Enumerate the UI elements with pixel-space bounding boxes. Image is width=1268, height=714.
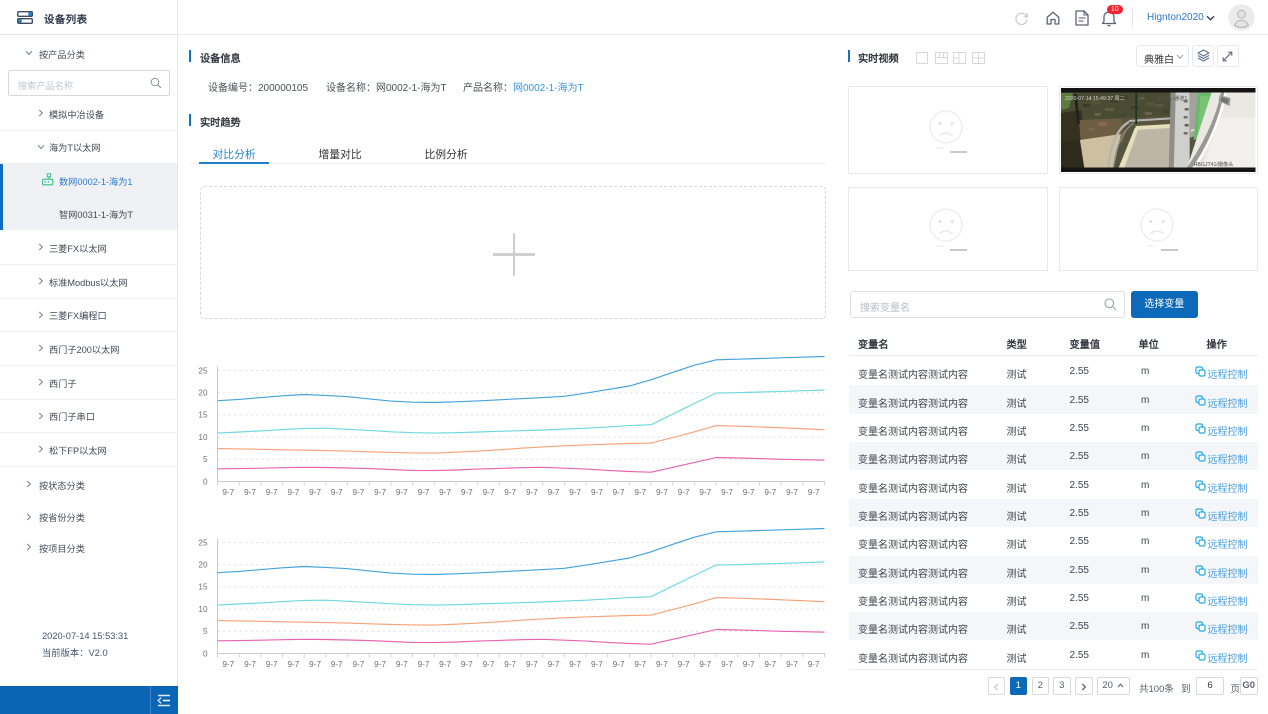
- svg-text:9-7: 9-7: [764, 660, 776, 669]
- svg-text:9-7: 9-7: [244, 660, 256, 669]
- svg-text:摄像头-通道1: 摄像头-通道1: [1157, 94, 1188, 102]
- svg-text:9-7: 9-7: [331, 488, 343, 497]
- svg-text:9-7: 9-7: [439, 660, 451, 669]
- svg-text:15: 15: [198, 583, 208, 592]
- svg-text:9-7: 9-7: [743, 660, 755, 669]
- svg-text:9-7: 9-7: [396, 488, 408, 497]
- svg-text:9-7: 9-7: [461, 660, 473, 669]
- svg-text:9-7: 9-7: [526, 660, 538, 669]
- svg-text:9-7: 9-7: [526, 488, 538, 497]
- svg-text:9-7: 9-7: [266, 488, 278, 497]
- svg-text:9-7: 9-7: [613, 488, 625, 497]
- svg-text:20: 20: [198, 389, 208, 398]
- svg-text:9-7: 9-7: [483, 488, 495, 497]
- svg-text:2020-07-14 15:49:37 周二: 2020-07-14 15:49:37 周二: [1065, 95, 1125, 102]
- svg-text:9-7: 9-7: [418, 488, 430, 497]
- svg-text:9-7: 9-7: [678, 488, 690, 497]
- svg-text:5: 5: [203, 627, 208, 636]
- svg-text:9-7: 9-7: [287, 660, 299, 669]
- svg-text:9-7: 9-7: [656, 660, 668, 669]
- svg-text:9-7: 9-7: [309, 660, 321, 669]
- svg-text:9-7: 9-7: [244, 488, 256, 497]
- svg-text:9-7: 9-7: [613, 660, 625, 669]
- svg-text:9-7: 9-7: [222, 488, 234, 497]
- svg-text:9-7: 9-7: [222, 660, 234, 669]
- svg-text:9-7: 9-7: [548, 660, 560, 669]
- svg-text:9-7: 9-7: [266, 660, 278, 669]
- svg-text:9-7: 9-7: [721, 660, 733, 669]
- svg-text:9-7: 9-7: [591, 488, 603, 497]
- svg-text:25: 25: [198, 366, 208, 375]
- svg-text:9-7: 9-7: [374, 488, 386, 497]
- svg-text:15: 15: [198, 411, 208, 420]
- svg-text:9-7: 9-7: [504, 660, 516, 669]
- svg-text:9-7: 9-7: [808, 488, 820, 497]
- svg-text:9-7: 9-7: [439, 488, 451, 497]
- svg-text:9-7: 9-7: [418, 660, 430, 669]
- svg-text:9-7: 9-7: [352, 660, 364, 669]
- svg-text:0: 0: [203, 649, 208, 658]
- svg-text:9-7: 9-7: [634, 660, 646, 669]
- svg-text:9-7: 9-7: [678, 660, 690, 669]
- svg-text:0: 0: [203, 477, 208, 486]
- svg-text:9-7: 9-7: [786, 660, 798, 669]
- svg-text:9-7: 9-7: [634, 488, 646, 497]
- svg-text:9-7: 9-7: [743, 488, 755, 497]
- svg-text:9-7: 9-7: [699, 488, 711, 497]
- svg-text:9-7: 9-7: [483, 660, 495, 669]
- svg-text:9-7: 9-7: [764, 488, 776, 497]
- svg-text:9-7: 9-7: [504, 488, 516, 497]
- svg-text:20: 20: [198, 561, 208, 570]
- svg-text:9-7: 9-7: [396, 660, 408, 669]
- svg-text:9-7: 9-7: [786, 488, 798, 497]
- svg-text:9-7: 9-7: [721, 488, 733, 497]
- svg-text:9-7: 9-7: [461, 488, 473, 497]
- svg-text:9-7: 9-7: [591, 660, 603, 669]
- svg-text:9-7: 9-7: [569, 488, 581, 497]
- svg-text:10: 10: [198, 605, 208, 614]
- svg-text:9-7: 9-7: [656, 488, 668, 497]
- svg-text:10: 10: [198, 433, 208, 442]
- svg-text:9-7: 9-7: [374, 660, 386, 669]
- svg-text:9-7: 9-7: [287, 488, 299, 497]
- svg-text:9-7: 9-7: [548, 488, 560, 497]
- svg-text:9-7: 9-7: [808, 660, 820, 669]
- svg-text:9-7: 9-7: [309, 488, 321, 497]
- svg-text:HBGJT41/摄像头: HBGJT41/摄像头: [1194, 160, 1234, 168]
- svg-text:9-7: 9-7: [331, 660, 343, 669]
- svg-text:25: 25: [198, 538, 208, 547]
- svg-text:9-7: 9-7: [352, 488, 364, 497]
- svg-text:9-7: 9-7: [569, 660, 581, 669]
- svg-text:9-7: 9-7: [699, 660, 711, 669]
- svg-text:5: 5: [203, 455, 208, 464]
